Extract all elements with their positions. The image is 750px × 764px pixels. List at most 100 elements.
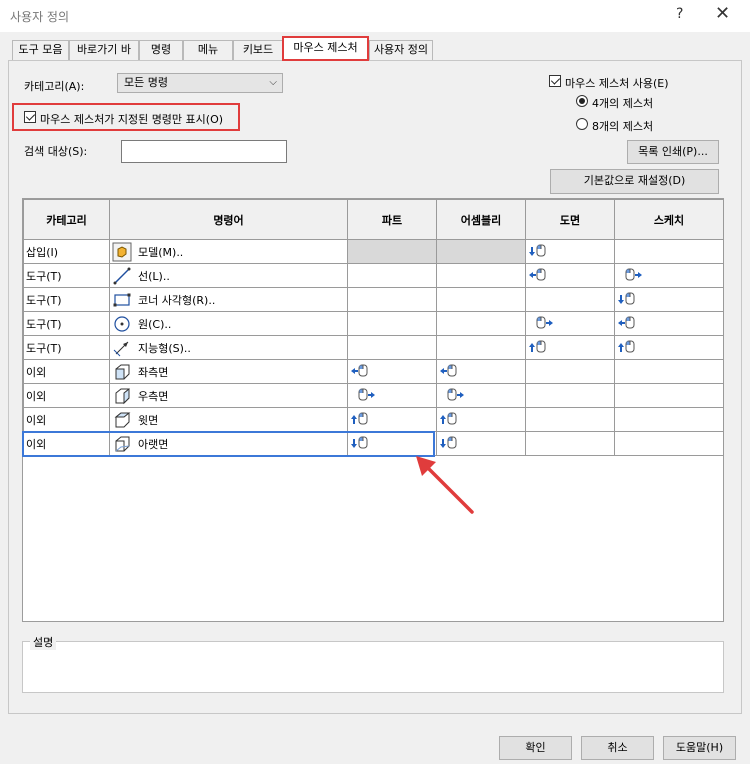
cell-part[interactable]: [347, 359, 437, 384]
table-row[interactable]: 이외 우측면: [23, 383, 724, 408]
header-sketch[interactable]: 스케치: [614, 199, 724, 240]
tab-shortcut-bar[interactable]: 바로가기 바: [69, 40, 139, 60]
reset-default-button[interactable]: 기본값으로 재설정(D): [550, 169, 719, 194]
search-input[interactable]: [121, 140, 287, 163]
cell-drawing[interactable]: [525, 407, 615, 432]
cell-sketch[interactable]: [614, 383, 724, 408]
cell-category[interactable]: 삽입(I): [23, 239, 110, 264]
cell-part[interactable]: [347, 311, 437, 336]
cell-command[interactable]: 좌측면: [109, 359, 348, 384]
cell-category[interactable]: 이외: [23, 359, 110, 384]
left-view-icon: [115, 364, 130, 379]
cell-sketch[interactable]: [614, 335, 724, 360]
cell-drawing[interactable]: [525, 359, 615, 384]
cell-drawing[interactable]: [525, 311, 615, 336]
table-row[interactable]: 도구(T) 선(L)..: [23, 263, 724, 288]
cell-assembly[interactable]: [436, 239, 526, 264]
cell-assembly[interactable]: [436, 335, 526, 360]
right-view-icon: [115, 387, 130, 404]
cell-command[interactable]: 코너 사각형(R)..: [109, 287, 348, 312]
radio-4-gestures[interactable]: [576, 95, 588, 110]
cell-part[interactable]: [347, 239, 437, 264]
cell-category[interactable]: 도구(T): [23, 263, 110, 288]
enable-gestures-checkbox[interactable]: [549, 75, 561, 90]
cell-assembly[interactable]: [436, 263, 526, 288]
tab-customize[interactable]: 사용자 정의: [369, 40, 433, 60]
close-icon[interactable]: ✕: [715, 3, 730, 24]
table-row[interactable]: 도구(T) 원(C)..: [23, 311, 724, 336]
cell-drawing[interactable]: [525, 383, 615, 408]
cell-sketch[interactable]: [614, 263, 724, 288]
annotation-arrow-icon: [416, 456, 474, 514]
title-bar: [0, 0, 750, 32]
cell-command[interactable]: 모델(M)..: [109, 239, 348, 264]
selection-box-blue: [22, 431, 435, 457]
search-label: 검색 대상(S):: [24, 145, 88, 158]
cell-part[interactable]: [347, 287, 437, 312]
radio-8-gestures[interactable]: [576, 118, 588, 133]
cancel-button[interactable]: 취소: [581, 736, 654, 760]
cell-sketch[interactable]: [614, 287, 724, 312]
cell-drawing[interactable]: [525, 431, 615, 456]
command-label: 모델(M)..: [138, 245, 184, 259]
cell-part[interactable]: [347, 263, 437, 288]
cell-command[interactable]: 선(L)..: [109, 263, 348, 288]
cell-part[interactable]: [347, 335, 437, 360]
header-part[interactable]: 파트: [347, 199, 437, 240]
header-assembly[interactable]: 어셈블리: [436, 199, 526, 240]
cell-sketch[interactable]: [614, 431, 724, 456]
cell-command[interactable]: 지능형(S)..: [109, 335, 348, 360]
table-row[interactable]: 도구(T) 코너 사각형(R)..: [23, 287, 724, 312]
gesture-table: 카테고리 명령어 파트 어셈블리 도면 스케치 삽입(I) 모델(M).. 도구(T…: [22, 198, 724, 622]
table-row[interactable]: 이외 윗면: [23, 407, 724, 432]
help-icon[interactable]: ?: [676, 6, 683, 22]
cell-category[interactable]: 도구(T): [23, 287, 110, 312]
tab-menus[interactable]: 메뉴: [183, 40, 233, 60]
only-assigned-label: 마우스 제스처가 지정된 명령만 표시(O): [40, 113, 224, 126]
cell-assembly[interactable]: [436, 359, 526, 384]
cell-sketch[interactable]: [614, 359, 724, 384]
cell-assembly[interactable]: [436, 407, 526, 432]
cell-drawing[interactable]: [525, 239, 615, 264]
cell-drawing[interactable]: [525, 287, 615, 312]
cell-category[interactable]: 도구(T): [23, 311, 110, 336]
tab-toolbars[interactable]: 도구 모음: [12, 40, 69, 60]
table-row[interactable]: 삽입(I) 모델(M)..: [23, 239, 724, 264]
cell-category[interactable]: 이외: [23, 407, 110, 432]
cell-category[interactable]: 도구(T): [23, 335, 110, 360]
circle-icon: [114, 315, 130, 332]
gesture-down-icon: [529, 243, 553, 258]
cell-part[interactable]: [347, 407, 437, 432]
cell-command[interactable]: 윗면: [109, 407, 348, 432]
table-row[interactable]: 도구(T) 지능형(S)..: [23, 335, 724, 360]
tab-commands[interactable]: 명령: [139, 40, 183, 60]
cell-part[interactable]: [347, 383, 437, 408]
tab-keyboard[interactable]: 키보드: [233, 40, 283, 60]
header-category[interactable]: 카테고리: [23, 199, 110, 240]
ok-button[interactable]: 확인: [499, 736, 572, 760]
only-assigned-checkbox[interactable]: [24, 111, 36, 126]
gesture-left-icon: [618, 315, 642, 330]
print-list-button[interactable]: 목록 인쇄(P)...: [627, 140, 719, 164]
table-row[interactable]: 이외 좌측면: [23, 359, 724, 384]
cell-assembly[interactable]: [436, 311, 526, 336]
category-select[interactable]: 모든 명령 ⌵: [117, 73, 283, 93]
help-button[interactable]: 도움말(H): [663, 736, 736, 760]
smart-dimension-icon: [113, 341, 129, 356]
cell-sketch[interactable]: [614, 407, 724, 432]
header-drawing[interactable]: 도면: [525, 199, 615, 240]
cell-drawing[interactable]: [525, 263, 615, 288]
cell-command[interactable]: 우측면: [109, 383, 348, 408]
line-icon: [113, 267, 131, 284]
cell-assembly[interactable]: [436, 383, 526, 408]
cell-sketch[interactable]: [614, 239, 724, 264]
cell-category[interactable]: 이외: [23, 383, 110, 408]
cell-drawing[interactable]: [525, 335, 615, 360]
cell-sketch[interactable]: [614, 311, 724, 336]
category-select-value: 모든 명령: [124, 76, 168, 89]
cell-command[interactable]: 원(C)..: [109, 311, 348, 336]
header-command[interactable]: 명령어: [109, 199, 348, 240]
cell-assembly[interactable]: [436, 287, 526, 312]
tab-mouse-gestures[interactable]: 마우스 제스처: [282, 36, 369, 61]
command-label: 좌측면: [138, 365, 169, 379]
